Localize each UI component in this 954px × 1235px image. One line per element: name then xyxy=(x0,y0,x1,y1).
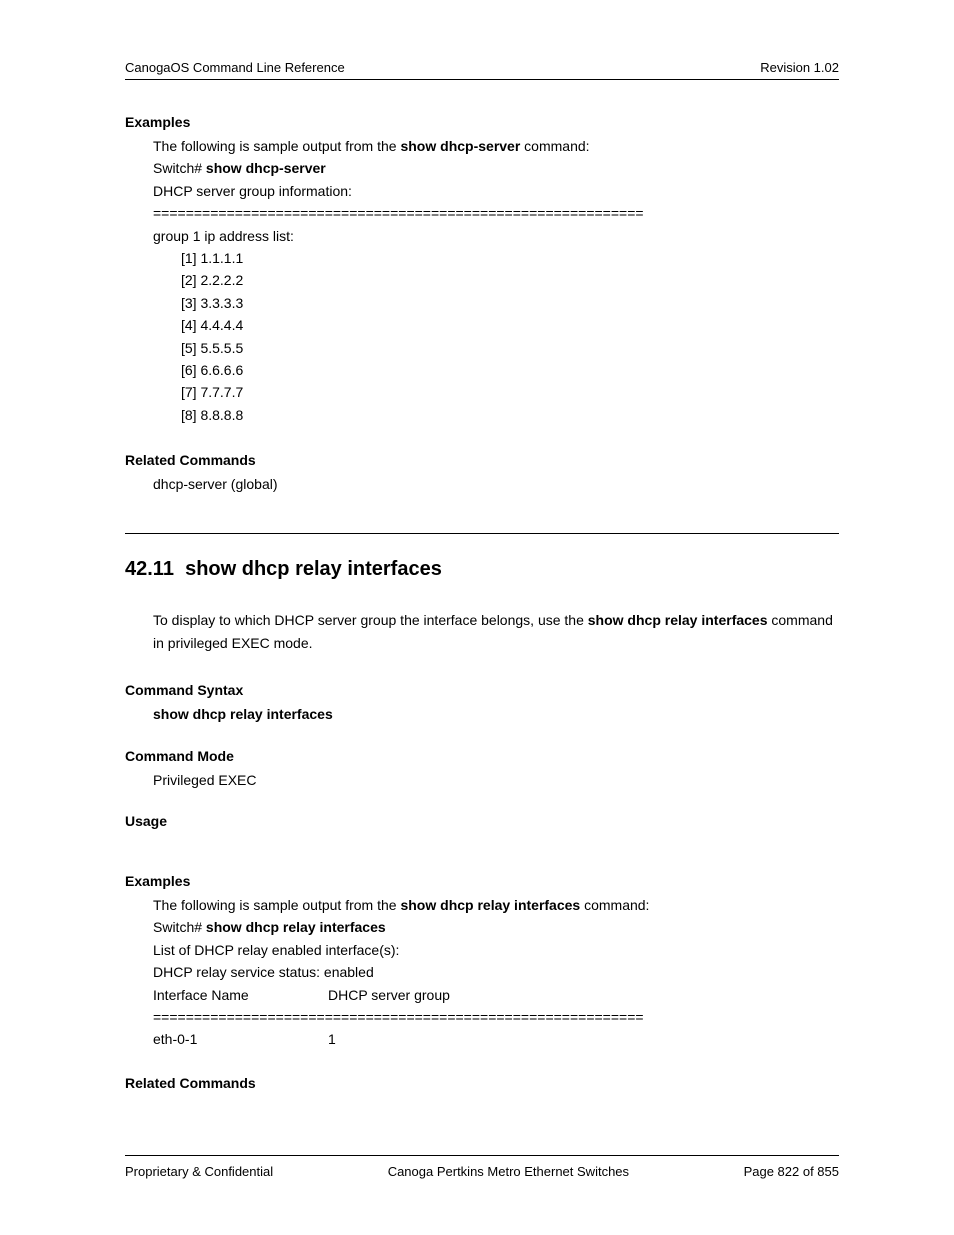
table-row: eth-0-1 1 xyxy=(153,1028,839,1050)
row-interface: eth-0-1 xyxy=(153,1028,328,1050)
intro-cmd: show dhcp relay interfaces xyxy=(400,897,580,913)
section-divider xyxy=(125,533,839,534)
output-divider: ========================================… xyxy=(153,1006,839,1028)
page-header: CanogaOS Command Line Reference Revision… xyxy=(125,60,839,80)
footer-right: Page 822 of 855 xyxy=(744,1164,839,1179)
desc-cmd: show dhcp relay interfaces xyxy=(588,612,768,628)
examples2-intro: The following is sample output from the … xyxy=(153,894,839,916)
prompt-line: Switch# show dhcp-server xyxy=(153,157,839,179)
related2-heading: Related Commands xyxy=(125,1075,839,1091)
syntax-heading: Command Syntax xyxy=(125,682,839,698)
row-group: 1 xyxy=(328,1028,336,1050)
intro-pre: The following is sample output from the xyxy=(153,897,400,913)
ip-entry: [4] 4.4.4.4 xyxy=(181,314,839,336)
prompt-line: Switch# show dhcp relay interfaces xyxy=(153,916,839,938)
intro-cmd: show dhcp-server xyxy=(400,138,520,154)
group-label: group 1 ip address list: xyxy=(153,225,839,247)
examples-intro: The following is sample output from the … xyxy=(153,135,839,157)
header-right: Revision 1.02 xyxy=(760,60,839,75)
footer-center: Canoga Pertkins Metro Ethernet Switches xyxy=(388,1164,629,1179)
section-number: 42.11 xyxy=(125,558,174,580)
ip-entry: [7] 7.7.7.7 xyxy=(181,381,839,403)
output-divider: ========================================… xyxy=(153,202,839,224)
usage-heading: Usage xyxy=(125,813,839,829)
prompt-cmd: show dhcp-server xyxy=(206,160,326,176)
col-dhcp-group: DHCP server group xyxy=(328,984,450,1006)
intro-post: command: xyxy=(580,897,649,913)
mode-value: Privileged EXEC xyxy=(153,769,839,791)
ip-entry: [1] 1.1.1.1 xyxy=(181,247,839,269)
ip-entry: [8] 8.8.8.8 xyxy=(181,404,839,426)
desc-pre: To display to which DHCP server group th… xyxy=(153,612,588,628)
footer-left: Proprietary & Confidential xyxy=(125,1164,273,1179)
related-cmd: dhcp-server (global) xyxy=(153,473,839,495)
section-name: show dhcp relay interfaces xyxy=(185,558,442,580)
output-line: List of DHCP relay enabled interface(s): xyxy=(153,939,839,961)
output-line: DHCP relay service status: enabled xyxy=(153,961,839,983)
related-heading: Related Commands xyxy=(125,452,839,468)
ip-entry: [2] 2.2.2.2 xyxy=(181,269,839,291)
syntax-value: show dhcp relay interfaces xyxy=(153,703,839,725)
page-footer: Proprietary & Confidential Canoga Pertki… xyxy=(125,1155,839,1179)
header-left: CanogaOS Command Line Reference xyxy=(125,60,345,75)
prompt: Switch# xyxy=(153,160,206,176)
document-page: CanogaOS Command Line Reference Revision… xyxy=(0,0,954,1235)
ip-entry: [3] 3.3.3.3 xyxy=(181,292,839,314)
mode-heading: Command Mode xyxy=(125,748,839,764)
intro-post: command: xyxy=(520,138,589,154)
col-interface-name: Interface Name xyxy=(153,984,328,1006)
examples-heading: Examples xyxy=(125,114,839,130)
prompt-cmd: show dhcp relay interfaces xyxy=(206,919,386,935)
section-title: 42.11 show dhcp relay interfaces xyxy=(125,558,839,581)
section-desc: To display to which DHCP server group th… xyxy=(153,609,839,654)
prompt: Switch# xyxy=(153,919,206,935)
table-header: Interface Name DHCP server group xyxy=(153,984,839,1006)
ip-entry: [6] 6.6.6.6 xyxy=(181,359,839,381)
examples2-heading: Examples xyxy=(125,873,839,889)
output-line: DHCP server group information: xyxy=(153,180,839,202)
intro-pre: The following is sample output from the xyxy=(153,138,400,154)
ip-entry: [5] 5.5.5.5 xyxy=(181,337,839,359)
